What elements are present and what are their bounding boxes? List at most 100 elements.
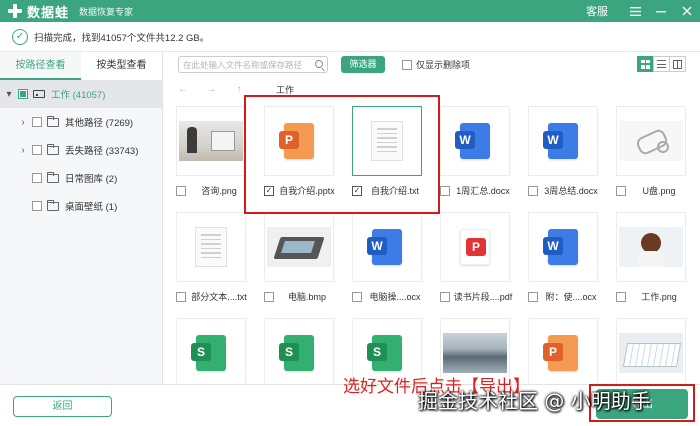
- file-thumbnail[interactable]: S: [264, 318, 334, 384]
- file-thumbnail[interactable]: [616, 318, 686, 384]
- file-card[interactable]: P 读书片段....pdf: [436, 204, 516, 307]
- file-thumbnail[interactable]: [616, 212, 686, 282]
- tree-checkbox[interactable]: [32, 145, 42, 155]
- forward-arrow-icon[interactable]: →: [202, 84, 220, 95]
- tree-checkbox[interactable]: [32, 201, 42, 211]
- tree-label: 日常图库 (2): [65, 174, 118, 185]
- tree-checkbox[interactable]: [32, 117, 42, 127]
- file-checkbox[interactable]: [176, 185, 186, 196]
- tree-item-wallpaper[interactable]: 桌面壁纸 (1): [0, 192, 162, 220]
- back-button[interactable]: 返回: [13, 396, 112, 417]
- title-bar: 数据蛙 数据恢复专家 客服: [0, 0, 700, 22]
- file-thumbnail[interactable]: S: [176, 318, 246, 384]
- tree-item-lost-paths[interactable]: › 丢失路径 (33743): [0, 136, 162, 164]
- file-thumbnail[interactable]: W: [352, 212, 422, 282]
- file-name: 电脑操....ocx: [369, 292, 421, 302]
- file-card[interactable]: S: [172, 310, 252, 384]
- file-card[interactable]: W 3周总结.docx: [524, 98, 604, 201]
- file-caption: 咨询.png: [172, 184, 252, 197]
- file-card[interactable]: [612, 310, 692, 384]
- plus-logo-icon: [6, 3, 24, 19]
- file-checkbox[interactable]: ✓: [264, 185, 274, 196]
- file-card[interactable]: P ✓ 自我介绍.pptx: [260, 98, 340, 201]
- file-card[interactable]: W 1周汇总.docx: [436, 98, 516, 201]
- back-arrow-icon[interactable]: ←: [174, 84, 192, 95]
- file-thumbnail[interactable]: P: [440, 212, 510, 282]
- file-card[interactable]: W 电脑操....ocx: [348, 204, 428, 307]
- expand-arrow-icon[interactable]: ▾: [4, 89, 14, 100]
- pptx-file-icon: P: [543, 335, 578, 371]
- file-card[interactable]: W 附：使....ocx: [524, 204, 604, 307]
- pptx-file-icon: P: [279, 123, 314, 159]
- file-checkbox[interactable]: [176, 291, 186, 302]
- filter-button[interactable]: 筛选器: [341, 56, 385, 73]
- folder-icon: [47, 171, 59, 183]
- hamburger-icon[interactable]: [622, 0, 648, 22]
- file-caption: U盘.png: [612, 184, 692, 197]
- file-thumbnail[interactable]: W: [528, 212, 598, 282]
- file-checkbox[interactable]: [440, 291, 450, 302]
- tree-item-work[interactable]: ▾ 工作 (41057): [0, 80, 162, 108]
- tree-checkbox[interactable]: [18, 89, 28, 99]
- file-card[interactable]: U盘.png: [612, 98, 692, 201]
- file-thumbnail[interactable]: W: [528, 106, 598, 176]
- image-preview: [619, 333, 683, 373]
- file-thumbnail[interactable]: [176, 106, 246, 176]
- view-mode-tabs: 按路径查看 按类型查看: [0, 52, 162, 80]
- docx-file-icon: W: [543, 229, 578, 265]
- tab-by-type[interactable]: 按类型查看: [81, 52, 162, 80]
- grid-view-icon[interactable]: [637, 56, 654, 72]
- file-checkbox[interactable]: [440, 185, 450, 196]
- check-circle-icon: ✓: [12, 28, 28, 45]
- file-checkbox[interactable]: [352, 291, 362, 302]
- file-thumbnail[interactable]: W: [440, 106, 510, 176]
- file-thumbnail[interactable]: [264, 212, 334, 282]
- search-input[interactable]: 在此处输入文件名称或保存路径: [178, 56, 328, 73]
- file-thumbnail[interactable]: [616, 106, 686, 176]
- file-name: 1周汇总.docx: [456, 186, 510, 196]
- file-checkbox[interactable]: [616, 185, 626, 196]
- file-checkbox[interactable]: [528, 185, 538, 196]
- file-caption: 电脑.bmp: [260, 290, 340, 303]
- detail-view-icon[interactable]: [669, 56, 686, 72]
- file-thumbnail[interactable]: [352, 106, 422, 176]
- chevron-right-icon[interactable]: ›: [18, 117, 28, 128]
- only-deleted-toggle[interactable]: 仅显示删除项: [402, 58, 470, 71]
- file-card[interactable]: 工作.png: [612, 204, 692, 307]
- file-checkbox[interactable]: [528, 291, 538, 302]
- file-name: 咨询.png: [201, 186, 237, 196]
- xlsx-file-icon: S: [367, 335, 402, 371]
- file-name: 读书片段....pdf: [453, 292, 513, 302]
- file-card[interactable]: S: [260, 310, 340, 384]
- file-thumbnail[interactable]: P: [264, 106, 334, 176]
- tree-item-daily-gallery[interactable]: 日常图库 (2): [0, 164, 162, 192]
- tree-label: 丢失路径 (33743): [65, 146, 139, 157]
- app-name: 数据蛙: [27, 4, 70, 20]
- image-preview: [179, 121, 243, 161]
- tree-item-other-paths[interactable]: › 其他路径 (7269): [0, 108, 162, 136]
- scan-status-bar: ✓ 扫描完成，找到41057个文件共12.2 GB。: [0, 22, 700, 52]
- file-checkbox[interactable]: [616, 291, 626, 302]
- tree-checkbox[interactable]: [32, 173, 42, 183]
- up-arrow-icon[interactable]: ↑: [230, 84, 248, 95]
- file-card[interactable]: ✓ 自我介绍.txt: [348, 98, 428, 201]
- tab-by-path[interactable]: 按路径查看: [0, 52, 81, 80]
- file-card[interactable]: 电脑.bmp: [260, 204, 340, 307]
- customer-service-link[interactable]: 客服: [586, 3, 608, 19]
- file-thumbnail[interactable]: [176, 212, 246, 282]
- text-file-icon: [371, 121, 403, 161]
- only-deleted-checkbox[interactable]: [402, 59, 412, 70]
- file-card[interactable]: P: [524, 310, 604, 384]
- list-view-icon[interactable]: [653, 56, 670, 72]
- file-name: 自我介绍.txt: [370, 186, 419, 196]
- file-checkbox[interactable]: ✓: [352, 185, 362, 196]
- close-icon[interactable]: [674, 0, 700, 22]
- search-icon[interactable]: [315, 60, 323, 68]
- chevron-right-icon[interactable]: ›: [18, 145, 28, 156]
- file-card[interactable]: 咨询.png: [172, 98, 252, 201]
- file-checkbox[interactable]: [264, 291, 274, 302]
- image-preview: [267, 227, 331, 267]
- file-thumbnail[interactable]: P: [528, 318, 598, 384]
- minimize-icon[interactable]: [648, 0, 674, 22]
- file-card[interactable]: 部分文本....txt: [172, 204, 252, 307]
